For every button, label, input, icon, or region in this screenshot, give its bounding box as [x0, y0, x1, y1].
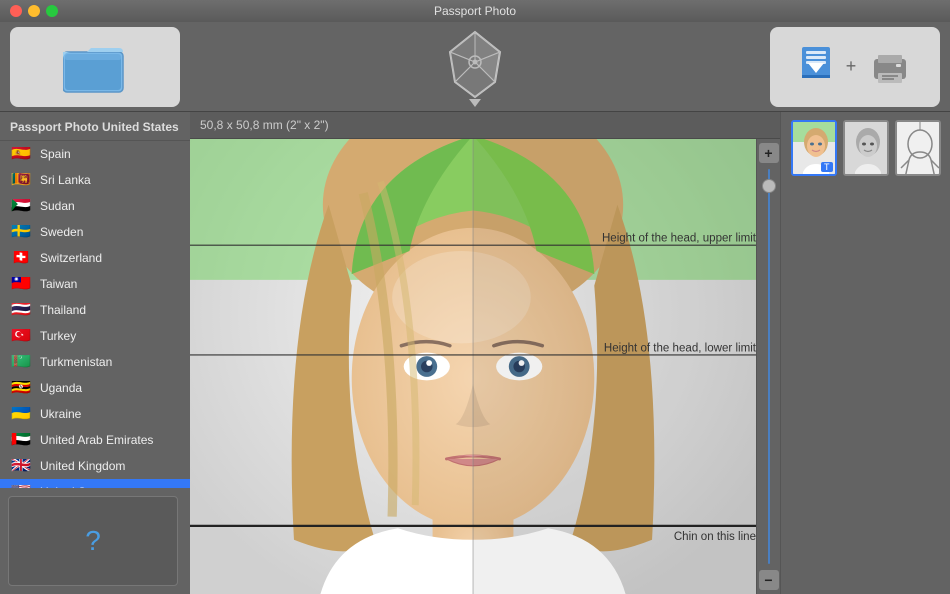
country-name-label: Spain [40, 147, 71, 161]
close-button[interactable] [10, 5, 22, 17]
svg-text:Height of the head, upper limi: Height of the head, upper limit [602, 233, 756, 245]
country-name-label: Sudan [40, 199, 75, 213]
photo-viewport: Height of the head, upper limit Height o… [190, 139, 780, 594]
country-name-label: Uganda [40, 381, 82, 395]
country-item-turkey[interactable]: 🇹🇷 Turkey [0, 323, 190, 349]
country-flag: 🇹🇭 [10, 303, 32, 318]
country-name-label: Turkey [40, 329, 76, 343]
country-item-united-arab-emirates[interactable]: 🇦🇪 United Arab Emirates [0, 427, 190, 453]
country-name-label: Turkmenistan [40, 355, 112, 369]
country-item-sri-lanka[interactable]: 🇱🇰 Sri Lanka [0, 167, 190, 193]
sidebar: Passport Photo United States 🇪🇸 Spain 🇱🇰 Sr… [0, 112, 190, 594]
country-item-taiwan[interactable]: 🇹🇼 Taiwan [0, 271, 190, 297]
zoom-out-button[interactable]: − [759, 570, 779, 590]
thumbnail-bw[interactable] [843, 120, 889, 176]
country-name-label: Taiwan [40, 277, 77, 291]
country-flag: 🇹🇲 [10, 355, 32, 370]
country-item-united-kingdom[interactable]: 🇬🇧 United Kingdom [0, 453, 190, 479]
svg-text:Chin on this line: Chin on this line [674, 531, 756, 543]
country-name-label: Thailand [40, 303, 86, 317]
person-photo-svg: Height of the head, upper limit Height o… [190, 139, 756, 594]
photo-container: Height of the head, upper limit Height o… [190, 139, 756, 594]
country-flag: 🇸🇩 [10, 199, 32, 214]
country-item-thailand[interactable]: 🇹🇭 Thailand [0, 297, 190, 323]
download-icon [798, 47, 834, 87]
country-flag: 🇺🇦 [10, 407, 32, 422]
country-flag: 🇹🇷 [10, 329, 32, 344]
open-folder-button[interactable] [10, 27, 180, 107]
window-title: Passport Photo [434, 4, 516, 18]
download-print-button[interactable]: + [770, 27, 940, 107]
country-flag: 🇪🇸 [10, 147, 32, 162]
document-preview-box: ? [8, 496, 178, 586]
main-area: Passport Photo United States 🇪🇸 Spain 🇱🇰 Sr… [0, 112, 950, 594]
country-item-sudan[interactable]: 🇸🇩 Sudan [0, 193, 190, 219]
print-icon [868, 49, 912, 85]
thumbnail-row: T [791, 120, 941, 176]
toolbar: + [0, 22, 950, 112]
country-item-united-states[interactable]: 🇺🇸 United States [0, 479, 190, 488]
country-name-label: Sweden [40, 225, 83, 239]
zoom-slider-track [768, 169, 770, 564]
country-list[interactable]: 🇪🇸 Spain 🇱🇰 Sri Lanka 🇸🇩 Sudan 🇸🇪 Sweden 🇨🇭 Switz… [0, 141, 190, 488]
country-name-label: United States [40, 485, 112, 488]
thumb-bw-svg [845, 122, 889, 176]
country-flag: 🇺🇸 [10, 485, 32, 489]
country-item-ukraine[interactable]: 🇺🇦 Ukraine [0, 401, 190, 427]
zoom-slider-thumb[interactable] [762, 179, 776, 193]
country-name-label: United Arab Emirates [40, 433, 153, 447]
country-name-label: Ukraine [40, 407, 81, 421]
country-name-label: Switzerland [40, 251, 102, 265]
country-flag: 🇬🇧 [10, 459, 32, 474]
thumbnails-panel: T [780, 112, 950, 594]
zoom-panel: + − [756, 139, 780, 594]
maximize-button[interactable] [46, 5, 58, 17]
titlebar: Passport Photo [0, 0, 950, 22]
country-name-label: United Kingdom [40, 459, 125, 473]
country-name-label: Sri Lanka [40, 173, 91, 187]
photo-area: 50,8 x 50,8 mm (2" x 2") [190, 112, 780, 594]
country-flag: 🇦🇪 [10, 433, 32, 448]
app-logo-icon [440, 27, 510, 107]
country-item-switzerland[interactable]: 🇨🇭 Switzerland [0, 245, 190, 271]
thumb-outline-svg [897, 122, 941, 176]
minimize-button[interactable] [28, 5, 40, 17]
app-logo-area [180, 27, 770, 107]
photo-dimensions-label: 50,8 x 50,8 mm (2" x 2") [190, 112, 780, 139]
svg-text:Height of the head, lower limi: Height of the head, lower limit [604, 342, 756, 354]
zoom-in-button[interactable]: + [759, 143, 779, 163]
sidebar-title: Passport Photo United States [0, 112, 190, 141]
country-flag: 🇺🇬 [10, 381, 32, 396]
thumbnail-color[interactable]: T [791, 120, 837, 176]
question-mark-icon: ? [85, 525, 101, 557]
text-badge: T [821, 162, 833, 172]
traffic-lights [10, 5, 58, 17]
country-flag: 🇹🇼 [10, 277, 32, 292]
country-item-turkmenistan[interactable]: 🇹🇲 Turkmenistan [0, 349, 190, 375]
folder-icon [63, 40, 127, 94]
country-item-uganda[interactable]: 🇺🇬 Uganda [0, 375, 190, 401]
country-flag: 🇱🇰 [10, 173, 32, 188]
country-flag: 🇸🇪 [10, 225, 32, 240]
country-flag: 🇨🇭 [10, 251, 32, 266]
plus-separator: + [846, 56, 857, 77]
thumbnail-outline[interactable] [895, 120, 941, 176]
country-item-sweden[interactable]: 🇸🇪 Sweden [0, 219, 190, 245]
country-item-spain[interactable]: 🇪🇸 Spain [0, 141, 190, 167]
